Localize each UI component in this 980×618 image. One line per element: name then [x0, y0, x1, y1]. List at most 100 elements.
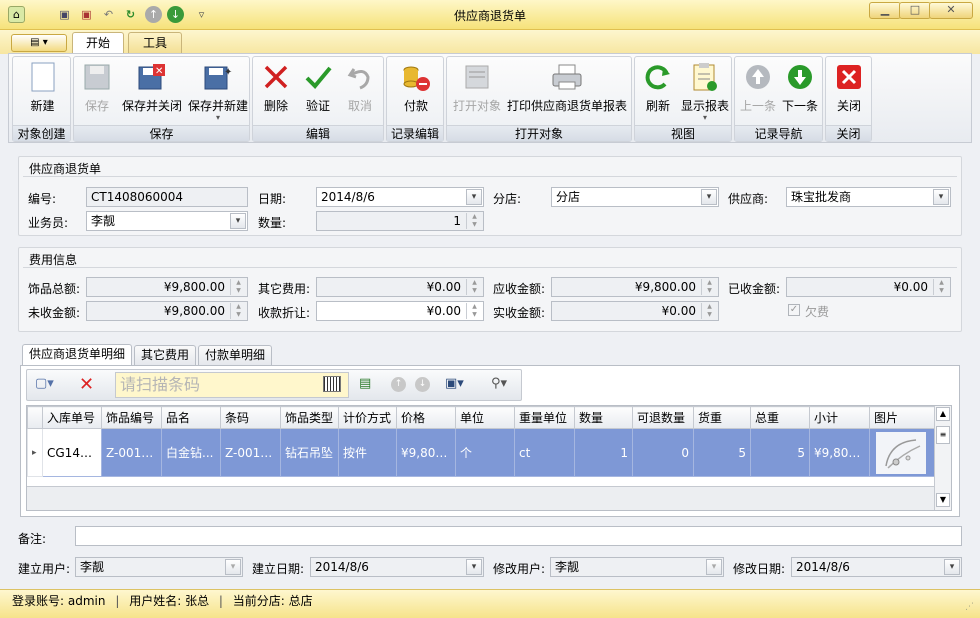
save-close-button[interactable]: ✕ 保存并关闭: [120, 61, 184, 114]
grid-save-icon[interactable]: ▣▾: [445, 376, 475, 394]
close-button[interactable]: 关闭: [831, 61, 867, 114]
created-user-select[interactable]: 李靓 ▾: [75, 557, 243, 577]
table-cell[interactable]: ¥9,800....: [809, 428, 870, 477]
table-cell[interactable]: Z-0012...: [101, 428, 162, 477]
table-cell[interactable]: 按件: [338, 428, 397, 477]
column-header[interactable]: 重量单位: [514, 406, 575, 429]
unreceived-field[interactable]: ¥9,800.00 ▲ ▼: [86, 301, 248, 321]
column-header[interactable]: 总重: [750, 406, 810, 429]
table-cell[interactable]: 5: [693, 428, 751, 477]
tab-tools[interactable]: 工具: [128, 32, 182, 54]
tab-start[interactable]: 开始: [72, 32, 124, 54]
table-cell[interactable]: 1: [574, 428, 633, 477]
column-header[interactable]: 单位: [455, 406, 515, 429]
table-cell[interactable]: 白金钻...: [161, 428, 221, 477]
discount-field[interactable]: ¥0.00 ▲ ▼: [316, 301, 484, 321]
print-report-button[interactable]: 打印供应商退货单报表: [505, 61, 629, 114]
move-up-icon[interactable]: ↑: [391, 377, 406, 392]
chevron-down-icon[interactable]: ▾: [706, 559, 722, 575]
save-new-button[interactable]: ✦ 保存并新建 ▾: [186, 61, 250, 122]
column-header[interactable]: 品名: [161, 406, 221, 429]
verify-button[interactable]: 验证: [301, 61, 335, 114]
next-record-button[interactable]: 下一条: [779, 61, 821, 114]
chevron-down-icon[interactable]: ▾: [933, 189, 949, 205]
scroll-thumb[interactable]: ≡: [936, 426, 950, 444]
pay-button[interactable]: 付款: [399, 61, 433, 114]
refresh-button[interactable]: 刷新: [639, 61, 677, 114]
table-cell[interactable]: ct: [514, 428, 575, 477]
received-field[interactable]: ¥0.00 ▲ ▼: [786, 277, 951, 297]
add-row-icon[interactable]: ▢▾: [35, 376, 65, 394]
save-button[interactable]: 保存: [80, 61, 114, 114]
other-fee-field[interactable]: ¥0.00 ▲ ▼: [316, 277, 484, 297]
resize-grip-icon[interactable]: ⋰: [965, 596, 974, 618]
modified-date-field[interactable]: 2014/8/6 ▾: [791, 557, 962, 577]
move-down-icon[interactable]: ↓: [415, 377, 430, 392]
grid-export-icon[interactable]: ▤: [359, 376, 377, 394]
column-header[interactable]: 可退数量: [632, 406, 694, 429]
actual-field[interactable]: ¥0.00 ▲ ▼: [551, 301, 719, 321]
group-edit: 删除 验证 取消 编辑: [252, 56, 384, 142]
undo-gray-icon: [344, 61, 376, 93]
chevron-down-icon[interactable]: ▾: [944, 559, 960, 575]
supplier-select[interactable]: 珠宝批发商 ▾: [786, 187, 951, 207]
app-menu-button[interactable]: ▤ ▾: [11, 34, 67, 52]
maximize-button[interactable]: □: [899, 2, 931, 19]
chevron-down-icon[interactable]: ▾: [466, 189, 482, 205]
chevron-down-icon[interactable]: ▾: [230, 213, 246, 229]
tab-other-fees[interactable]: 其它费用: [134, 345, 196, 366]
column-header[interactable]: 饰品编号: [101, 406, 162, 429]
close-window-button[interactable]: ✕: [929, 2, 973, 19]
column-header[interactable]: 价格: [396, 406, 456, 429]
receivable-field[interactable]: ¥9,800.00 ▲ ▼: [551, 277, 719, 297]
tab-return-detail[interactable]: 供应商退货单明细: [22, 344, 132, 366]
product-image-cell[interactable]: [869, 428, 936, 477]
tab-payment-detail[interactable]: 付款单明细: [198, 345, 272, 366]
column-header[interactable]: 入库单号: [42, 406, 102, 429]
delete-row-icon[interactable]: ✕: [79, 374, 97, 395]
created-date-field[interactable]: 2014/8/6 ▾: [310, 557, 484, 577]
date-field[interactable]: 2014/8/6 ▾: [316, 187, 484, 207]
chevron-down-icon[interactable]: ▾: [701, 189, 717, 205]
grid-search-icon[interactable]: ⚲▾: [491, 376, 521, 394]
prev-record-button[interactable]: 上一条: [737, 61, 779, 114]
open-object-button[interactable]: 打开对象: [451, 61, 503, 114]
table-cell[interactable]: 5: [750, 428, 810, 477]
vertical-scrollbar[interactable]: ▲ ≡ ▼: [934, 406, 951, 510]
owe-checkbox[interactable]: ✓: [788, 304, 800, 316]
remark-field[interactable]: [75, 526, 962, 546]
jewelry-total-field[interactable]: ¥9,800.00 ▲ ▼: [86, 277, 248, 297]
column-header[interactable]: 货重: [693, 406, 751, 429]
column-header[interactable]: 图片: [869, 406, 936, 429]
status-branch-label: 当前分店:: [232, 594, 285, 608]
table-cell[interactable]: ¥9,800....: [396, 428, 456, 477]
table-cell[interactable]: Z-0012...: [220, 428, 281, 477]
salesman-select[interactable]: 李靓 ▾: [86, 211, 248, 231]
barcode-icon[interactable]: [323, 376, 341, 392]
new-button[interactable]: 新建: [18, 61, 67, 114]
spin-icon[interactable]: ▲ ▼: [466, 213, 482, 229]
table-cell[interactable]: 钻石吊坠: [280, 428, 339, 477]
column-header[interactable]: 小计: [809, 406, 870, 429]
code-field[interactable]: CT1408060004: [86, 187, 248, 207]
delete-button[interactable]: 删除: [259, 61, 293, 114]
modified-user-select[interactable]: 李靓 ▾: [550, 557, 724, 577]
barcode-input[interactable]: 请扫描条码: [115, 372, 349, 398]
table-row[interactable]: ▸ CG140... Z-0012... 白金钻... Z-0012... 钻石…: [27, 428, 936, 477]
scroll-down-icon[interactable]: ▼: [936, 493, 950, 507]
column-header[interactable]: 条码: [220, 406, 281, 429]
show-report-button[interactable]: 显示报表 ▾: [679, 61, 731, 122]
chevron-down-icon[interactable]: ▾: [466, 559, 482, 575]
cancel-button[interactable]: 取消: [343, 61, 377, 114]
scroll-up-icon[interactable]: ▲: [936, 407, 950, 421]
quantity-stepper[interactable]: 1 ▲ ▼: [316, 211, 484, 231]
column-header[interactable]: 饰品类型: [280, 406, 339, 429]
table-cell[interactable]: CG140...: [42, 428, 102, 477]
table-cell[interactable]: 0: [632, 428, 694, 477]
column-header[interactable]: 计价方式: [338, 406, 397, 429]
table-cell[interactable]: 个: [455, 428, 515, 477]
column-header[interactable]: 数量: [574, 406, 633, 429]
chevron-down-icon[interactable]: ▾: [225, 559, 241, 575]
minimize-button[interactable]: ▁: [869, 2, 901, 19]
branch-select[interactable]: 分店 ▾: [551, 187, 719, 207]
